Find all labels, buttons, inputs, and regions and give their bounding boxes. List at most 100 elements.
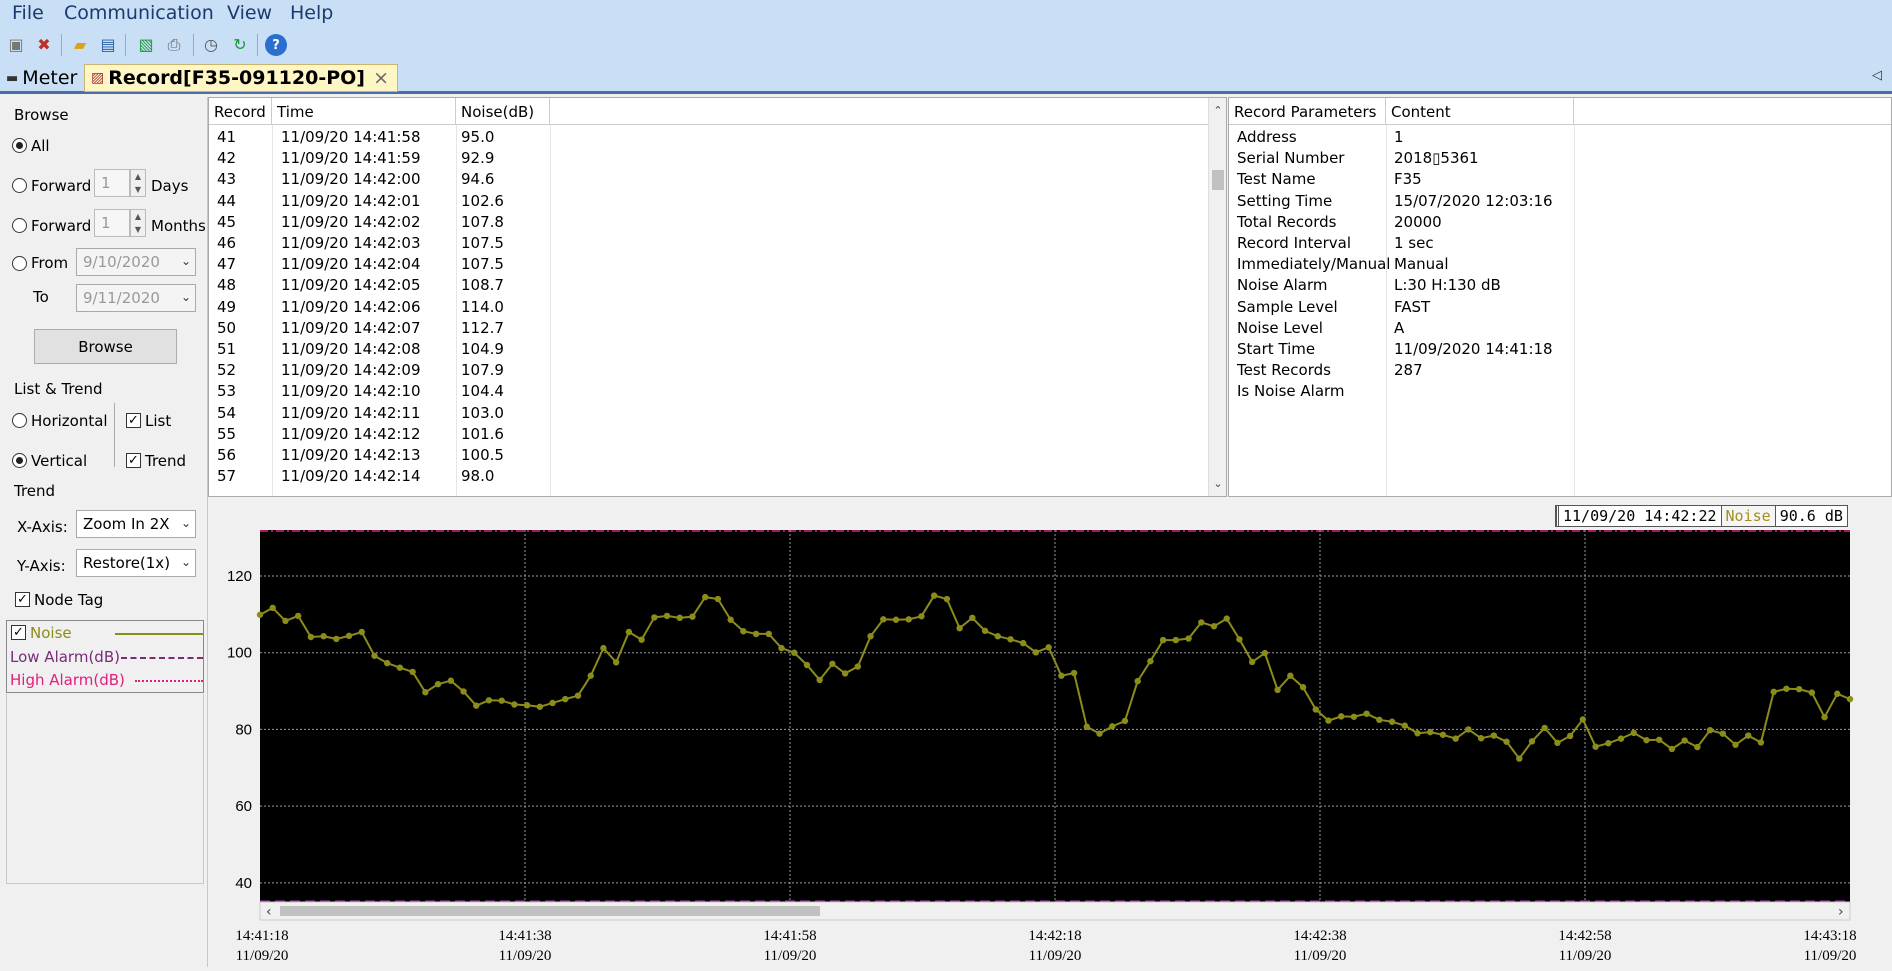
list-checkbox[interactable]: ✓ — [126, 413, 141, 428]
months-unit-label: Months — [151, 217, 206, 235]
menu-file[interactable]: File — [12, 2, 44, 24]
forward-months-spinner[interactable]: ▲ ▼ — [130, 209, 146, 237]
forward-days-input[interactable]: 1 — [94, 169, 130, 197]
records-scrollbar[interactable]: ⌃ ⌄ — [1208, 98, 1226, 496]
delete-icon[interactable]: ✖ — [33, 34, 55, 56]
scroll-up-icon[interactable]: ⌃ — [1209, 104, 1226, 117]
table-row[interactable]: 47 11/09/20 14:42:04 107.5 — [209, 254, 1226, 275]
table-row[interactable]: 50 11/09/20 14:42:07 112.7 — [209, 318, 1226, 339]
print-icon[interactable]: ⎙ — [163, 34, 185, 56]
refresh-icon[interactable]: ↻ — [229, 34, 251, 56]
tab-bar: ▬ Meter ▨ Record[F35-091120-PO] × ◁ — [0, 62, 1892, 94]
table-row[interactable]: 44 11/09/20 14:42:01 102.6 — [209, 191, 1226, 212]
table-row[interactable]: 57 11/09/20 14:42:14 98.0 — [209, 466, 1226, 487]
forward-months-input[interactable]: 1 — [94, 209, 130, 237]
tab-meter[interactable]: ▬ Meter — [0, 64, 80, 92]
tab-record[interactable]: ▨ Record[F35-091120-PO] × — [84, 64, 398, 92]
time-cell: 11/09/20 14:42:05 — [281, 276, 421, 295]
y-tick-label: 60 — [235, 798, 252, 815]
radio-all[interactable] — [12, 138, 27, 153]
disconnect-icon[interactable]: ▣ — [5, 34, 27, 56]
menu-communication[interactable]: Communication — [64, 2, 214, 24]
table-row[interactable]: 42 11/09/20 14:41:59 92.9 — [209, 148, 1226, 169]
x-tick-time-label: 14:41:18 — [235, 928, 288, 944]
table-row[interactable]: Address 1 — [1229, 127, 1891, 148]
radio-from[interactable] — [12, 256, 27, 271]
radio-vertical[interactable] — [12, 453, 27, 468]
table-row[interactable]: Test Name F35 — [1229, 169, 1891, 190]
forward-days-spinner[interactable]: ▲ ▼ — [130, 169, 146, 197]
browse-button[interactable]: Browse — [34, 329, 177, 364]
radio-forward-days[interactable] — [12, 178, 27, 193]
table-row[interactable]: 49 11/09/20 14:42:06 114.0 — [209, 297, 1226, 318]
table-row[interactable]: 52 11/09/20 14:42:09 107.9 — [209, 360, 1226, 381]
parameter-name-cell: Noise Level — [1237, 318, 1323, 337]
noise-data-point — [651, 614, 658, 621]
table-row[interactable]: Setting Time 15/07/2020 12:03:16 — [1229, 191, 1891, 212]
table-row[interactable]: Start Time 11/09/2020 14:41:18 — [1229, 339, 1891, 360]
chevron-down-icon: ⌄ — [180, 555, 191, 569]
noise-data-point — [422, 689, 429, 696]
radio-forward-months[interactable] — [12, 218, 27, 233]
meter-icon: ▬ — [6, 70, 19, 86]
table-row[interactable]: 45 11/09/20 14:42:02 107.8 — [209, 212, 1226, 233]
xaxis-zoom-select[interactable]: Zoom In 2X ⌄ — [76, 510, 196, 538]
noise-cell: 107.8 — [461, 212, 504, 231]
yaxis-zoom-value: Restore(1x) — [83, 554, 171, 572]
table-row[interactable]: 53 11/09/20 14:42:10 104.4 — [209, 381, 1226, 402]
table-row[interactable]: 48 11/09/20 14:42:05 108.7 — [209, 275, 1226, 296]
noise-data-point — [511, 701, 518, 708]
record-parameters-table[interactable]: Record Parameters Content Address 1 Serial… — [1228, 97, 1892, 497]
table-row[interactable]: Immediately/Manual Manual — [1229, 254, 1891, 275]
noise-data-point — [1439, 731, 1447, 738]
col-header-time[interactable]: Time — [272, 98, 456, 125]
to-date-picker[interactable]: 9/11/2020 ⌄ — [76, 284, 196, 312]
collapse-arrow-icon[interactable]: ◁ — [1872, 68, 1882, 83]
table-row[interactable]: Serial Number 2018▯5361 — [1229, 148, 1891, 169]
noise-data-point — [1503, 738, 1510, 745]
parameter-value-cell: Manual — [1394, 255, 1449, 274]
export-icon[interactable]: ▧ — [135, 34, 157, 56]
table-row[interactable]: 54 11/09/20 14:42:11 103.0 — [209, 403, 1226, 424]
table-row[interactable]: 43 11/09/20 14:42:00 94.6 — [209, 169, 1226, 190]
col-header-content[interactable]: Content — [1386, 98, 1574, 125]
scroll-thumb[interactable] — [1212, 170, 1224, 190]
records-table[interactable]: Record Time Noise(dB) 41 11/09/20 14:41:5… — [208, 97, 1227, 497]
node-tag-checkbox[interactable]: ✓ — [15, 592, 30, 607]
clock-icon[interactable]: ◷ — [200, 34, 222, 56]
list-trend-group-label: List & Trend — [14, 380, 103, 398]
table-row[interactable]: Noise Level A — [1229, 318, 1891, 339]
table-row[interactable]: 41 11/09/20 14:41:58 95.0 — [209, 127, 1226, 148]
from-date-picker[interactable]: 9/10/2020 ⌄ — [76, 248, 196, 276]
table-row[interactable]: 46 11/09/20 14:42:03 107.5 — [209, 233, 1226, 254]
noise-series-checkbox[interactable]: ✓ — [11, 625, 26, 640]
scroll-down-icon[interactable]: ⌄ — [1209, 477, 1226, 490]
trend-chart[interactable]: 40 60 80 100 120 14:41:18 11/09/20 14:41:38 11/0… — [208, 497, 1892, 967]
table-row[interactable]: Total Records 20000 — [1229, 212, 1891, 233]
table-row[interactable]: Sample Level FAST — [1229, 297, 1891, 318]
col-header-parameters[interactable]: Record Parameters — [1229, 98, 1386, 125]
noise-data-point — [1274, 686, 1281, 694]
save-icon[interactable]: ▤ — [97, 34, 119, 56]
menu-help[interactable]: Help — [290, 2, 333, 24]
trend-checkbox[interactable]: ✓ — [126, 453, 141, 468]
table-row[interactable]: 55 11/09/20 14:42:12 101.6 — [209, 424, 1226, 445]
record-number-cell: 45 — [217, 212, 237, 231]
table-row[interactable]: Is Noise Alarm — [1229, 381, 1891, 402]
menu-view[interactable]: View — [227, 2, 272, 24]
help-icon[interactable]: ? — [265, 34, 287, 56]
noise-data-point — [1783, 685, 1790, 692]
table-row[interactable]: Noise Alarm L:30 H:130 dB — [1229, 275, 1891, 296]
col-header-noise[interactable]: Noise(dB) — [456, 98, 550, 125]
yaxis-zoom-select[interactable]: Restore(1x) ⌄ — [76, 549, 196, 577]
radio-horizontal[interactable] — [12, 413, 27, 428]
table-row[interactable]: 51 11/09/20 14:42:08 104.9 — [209, 339, 1226, 360]
horizontal-label: Horizontal — [31, 412, 108, 430]
table-row[interactable]: 56 11/09/20 14:42:13 100.5 — [209, 445, 1226, 466]
series-legend: ✓ Noise Low Alarm(dB) High Alarm(dB) — [6, 620, 204, 693]
table-row[interactable]: Test Records 287 — [1229, 360, 1891, 381]
tab-close-icon[interactable]: × — [373, 67, 389, 89]
col-header-record[interactable]: Record — [209, 98, 272, 125]
open-folder-icon[interactable]: ▰ — [69, 34, 91, 56]
table-row[interactable]: Record Interval 1 sec — [1229, 233, 1891, 254]
